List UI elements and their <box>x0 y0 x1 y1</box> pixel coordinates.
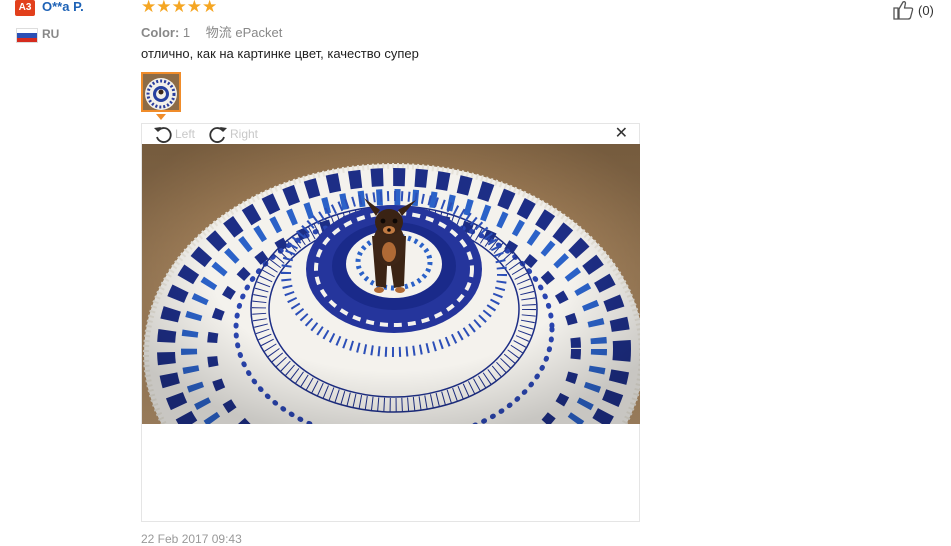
thumbnail-pointer <box>156 114 166 120</box>
rotate-right-label: Right <box>230 127 259 141</box>
reviewer-name[interactable]: O**a P. <box>42 0 84 14</box>
shipping-value: ePacket <box>235 25 283 40</box>
helpful-button[interactable]: (0) <box>892 0 934 20</box>
level-badge: A3 <box>15 0 35 16</box>
helpful-count: (0) <box>918 2 934 18</box>
thumbs-up-icon[interactable] <box>892 0 914 20</box>
order-info: Color: 1 物流 ePacket <box>141 22 282 41</box>
review-photo <box>142 144 640 424</box>
close-icon[interactable]: ✕ <box>615 126 628 142</box>
rating-stars: ★★★★★ <box>141 0 218 16</box>
rotate-left-button[interactable]: Left <box>153 125 195 143</box>
viewer-toolbar: Left Right ✕ <box>142 124 639 144</box>
rotate-right-button[interactable]: Right <box>208 125 258 143</box>
rotate-right-icon <box>209 127 227 143</box>
review-photo-thumbnail[interactable] <box>141 72 181 112</box>
rotate-left-icon <box>154 127 172 143</box>
russia-flag-icon <box>16 28 38 43</box>
reviewer-country: RU <box>42 27 60 41</box>
color-value: 1 <box>182 25 191 40</box>
review-text: отлично, как на картинке цвет, качество … <box>141 46 419 61</box>
rotate-left-label: Left <box>175 127 196 141</box>
shipping-label: 物流 <box>205 25 232 40</box>
color-label: Color: <box>141 25 180 40</box>
review-date: 22 Feb 2017 09:43 <box>141 532 242 546</box>
photo-viewer: Left Right ✕ <box>141 123 640 522</box>
